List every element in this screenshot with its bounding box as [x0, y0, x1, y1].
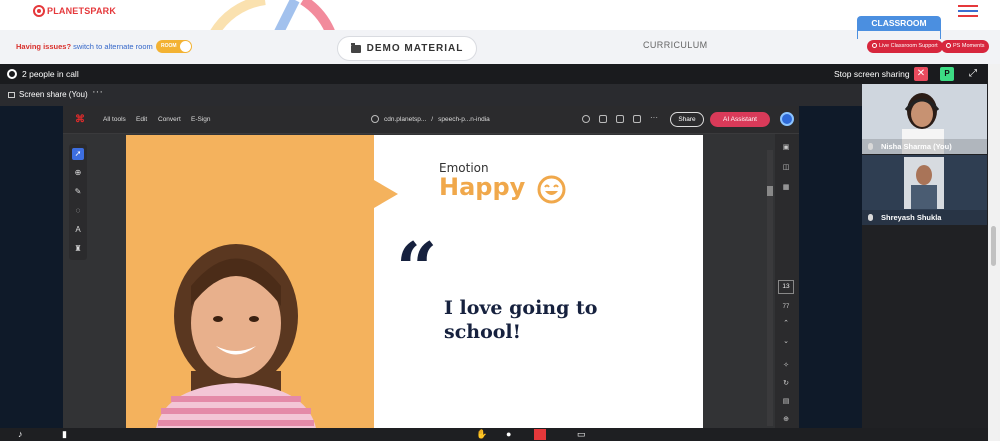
child-photo [156, 244, 316, 428]
participant-name: Nisha Sharma (You) [862, 139, 987, 154]
mic-control-icon[interactable]: ♪ [18, 429, 23, 439]
chevron-down-icon[interactable]: ⌄ [780, 336, 792, 348]
chevron-up-icon[interactable]: ⌃ [780, 318, 792, 330]
text-tool-icon[interactable]: A [72, 224, 84, 236]
magic-icon[interactable]: ✧ [780, 360, 792, 372]
close-icon[interactable]: ✕ [914, 67, 928, 81]
participant-tile-self[interactable]: Nisha Sharma (You) [862, 84, 987, 154]
pdf-share-button[interactable]: Share [670, 112, 704, 127]
zoom-tool-icon[interactable]: ⊕ [72, 167, 84, 179]
reaction-icon[interactable]: ● [506, 429, 511, 439]
toggle-label: ROOM [161, 43, 177, 49]
screen-share-label: Screen share (You) [19, 90, 88, 99]
ps-moments-label: PS Moments [953, 43, 985, 49]
print-icon[interactable] [633, 115, 641, 123]
switch-room-link[interactable]: switch to alternate room [73, 42, 153, 51]
url-host: cdn.planetsp... [384, 115, 427, 123]
slide-page: Emotion Happy “ I love going to school! [126, 135, 703, 428]
live-support-label: Live Classroom Support [879, 43, 938, 49]
fullscreen-icon[interactable]: ⤢ [966, 67, 980, 81]
zoom-in-icon[interactable]: ⊕ [780, 414, 792, 426]
lasso-icon[interactable]: ◌ [72, 205, 84, 217]
more-options-icon[interactable]: ▭ [577, 429, 586, 440]
chat-icon[interactable]: ◫ [780, 162, 792, 174]
smile-icon [537, 175, 566, 204]
screen-share-tab[interactable]: Screen share (You) ··· [0, 84, 862, 126]
callout-notch [374, 180, 398, 208]
document-icon[interactable]: ▤ [780, 396, 792, 408]
demo-material-button[interactable]: DEMO MATERIAL [337, 36, 477, 61]
acrobat-icon[interactable]: ⌘ [75, 115, 85, 125]
classroom-tab[interactable]: CLASSROOM [857, 16, 941, 31]
profile-avatar[interactable] [780, 112, 794, 126]
globe-icon [371, 115, 379, 123]
share-options-icon[interactable]: ··· [92, 86, 103, 98]
ai-assistant-button[interactable]: AI Assistant [710, 112, 770, 127]
menu-esign[interactable]: E-Sign [191, 116, 211, 123]
page-number[interactable]: 13 [778, 280, 794, 294]
curriculum-tab[interactable]: CURRICULUM [643, 40, 708, 50]
left-toolbar: ➚ ⊕ ✎ ◌ A ♜ [69, 144, 87, 260]
more-icon[interactable]: ··· [650, 114, 658, 123]
quote-mark: “ [396, 226, 438, 311]
quote-text: I love going to school! [444, 297, 598, 343]
people-count: 2 people in call [22, 69, 79, 79]
copy-icon[interactable] [599, 115, 607, 123]
issue-question: Having issues? [16, 42, 72, 51]
share-screen-icon[interactable] [534, 429, 546, 440]
stop-sharing-label[interactable]: Stop screen sharing [834, 69, 910, 79]
planetspark-logo-icon [33, 5, 45, 17]
pdf-scroll-thumb[interactable] [767, 186, 773, 196]
screen-share-icon [8, 92, 15, 98]
ps-moments-button[interactable]: PS Moments [941, 40, 990, 53]
emotion-value: Happy [439, 173, 526, 201]
download-icon[interactable] [616, 115, 624, 123]
menu-edit[interactable]: Edit [136, 116, 147, 123]
classroom-subbar: Having issues? switch to alternate room … [0, 30, 1000, 64]
planetspark-logo[interactable]: PLANETSPARK [33, 5, 116, 17]
menu-convert[interactable]: Convert [158, 116, 181, 123]
toggle-knob [180, 41, 191, 52]
moments-icon [946, 43, 951, 49]
page-total: 77 [782, 304, 790, 310]
live-support-button[interactable]: Live Classroom Support [867, 40, 943, 53]
grid-icon[interactable]: ▦ [780, 182, 792, 194]
gear-icon[interactable] [7, 69, 17, 79]
raise-hand-icon[interactable]: ✋ [476, 429, 487, 440]
classroom-tab-outline [857, 31, 941, 39]
demo-material-label: DEMO MATERIAL [366, 43, 464, 54]
refresh-icon[interactable]: ↻ [780, 378, 792, 390]
page-scroll-thumb[interactable] [991, 226, 996, 266]
meeting-top-bar: 2 people in call Stop screen sharing ✕ P… [0, 64, 988, 84]
right-rail: ▣ ◫ ▦ 13 77 ⌃ ⌄ ✧ ↻ ▤ ⊕ [775, 134, 799, 428]
brand-name: PLANETSPARK [47, 6, 117, 16]
participant-tile-other[interactable]: Shreyash Shukla [862, 155, 987, 225]
camera-control-icon[interactable]: ▮ [62, 429, 67, 440]
stamp-icon[interactable]: ♜ [72, 243, 84, 255]
support-icon [872, 43, 877, 49]
app-root: PLANETSPARK Having issues? switch to alt… [0, 0, 1000, 441]
participant-name: Shreyash Shukla [862, 210, 987, 225]
search-icon[interactable] [582, 115, 590, 123]
url-file: speech-p...n-india [438, 115, 490, 123]
pdf-viewer: ⌘ All tools Edit Convert E-Sign cdn.plan… [63, 106, 799, 428]
menu-all-tools[interactable]: All tools [103, 116, 126, 123]
meeting-controls: ♪ ▮ ✋ ● ▭ [0, 428, 988, 441]
top-header: PLANETSPARK [0, 0, 1000, 80]
comment-icon[interactable]: ▣ [780, 142, 792, 154]
pen-icon[interactable]: ✎ [72, 186, 84, 198]
p-button[interactable]: P [940, 67, 954, 81]
pdf-toolbar: ⌘ All tools Edit Convert E-Sign cdn.plan… [63, 106, 799, 134]
url-separator: / [431, 115, 434, 123]
issue-notice: Having issues? switch to alternate room [16, 42, 153, 51]
select-icon[interactable]: ➚ [72, 148, 84, 160]
alternate-room-toggle[interactable]: ROOM [156, 40, 192, 53]
document-path[interactable]: cdn.planetsp... / speech-p...n-india [371, 115, 490, 123]
hamburger-icon[interactable] [958, 5, 978, 17]
folder-icon [350, 42, 361, 53]
